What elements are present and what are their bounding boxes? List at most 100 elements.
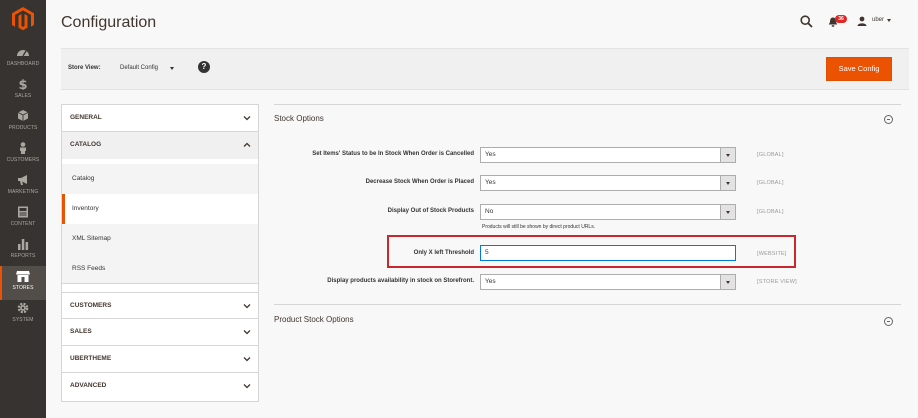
cube-icon bbox=[17, 110, 29, 121]
nav-sales-label: SALES bbox=[14, 93, 32, 99]
nav-customers[interactable]: CUSTOMERS bbox=[0, 140, 46, 172]
nav-content[interactable]: CONTENT bbox=[0, 204, 46, 236]
tab-ubertheme[interactable]: UBERTHEME bbox=[62, 346, 258, 373]
tab-general[interactable]: GENERAL bbox=[62, 105, 258, 132]
field-label-in-stock-when-cancelled: Set Items' Status to be In Stock When Or… bbox=[312, 151, 474, 157]
select-arrow-icon bbox=[720, 176, 735, 190]
chevron-down-icon bbox=[243, 116, 251, 121]
gear-icon bbox=[17, 302, 29, 314]
tab-ubertheme-label: UBERTHEME bbox=[70, 355, 112, 362]
tab-item-xml-sitemap-label: XML Sitemap bbox=[72, 235, 111, 242]
section-divider bbox=[274, 104, 901, 105]
user-name[interactable]: uber bbox=[872, 17, 884, 23]
nav-sales[interactable]: $ SALES bbox=[0, 76, 46, 108]
chevron-up-icon bbox=[243, 142, 251, 147]
tab-catalog-label: CATALOG bbox=[70, 141, 102, 148]
page-title: Configuration bbox=[61, 14, 157, 31]
tab-advanced-label: ADVANCED bbox=[70, 382, 107, 389]
collapse-icon[interactable] bbox=[884, 115, 893, 124]
input-value: 5 bbox=[485, 249, 489, 256]
store-view-bar: Store View: Default Config ? Save Config bbox=[61, 48, 909, 90]
nav-system[interactable]: SYSTEM bbox=[0, 300, 46, 332]
select-arrow-icon bbox=[720, 205, 735, 219]
help-icon[interactable]: ? bbox=[198, 61, 210, 73]
chevron-down-icon bbox=[243, 357, 251, 362]
nav-dashboard[interactable]: DASHBOARD bbox=[0, 44, 46, 76]
field-label-decrease-stock: Decrease Stock When Order is Placed bbox=[365, 179, 474, 185]
field-note: Products will still be shown by direct p… bbox=[482, 224, 596, 230]
user-icon[interactable] bbox=[857, 16, 867, 26]
dashboard-icon bbox=[17, 50, 29, 57]
nav-system-label: SYSTEM bbox=[12, 317, 34, 323]
person-icon bbox=[20, 142, 26, 154]
tab-item-catalog-label: Catalog bbox=[72, 175, 95, 182]
nav-dashboard-label: DASHBOARD bbox=[6, 61, 40, 67]
bar-chart-icon bbox=[18, 239, 29, 250]
collapse-icon[interactable] bbox=[884, 317, 893, 326]
tab-item-rss-feeds-label: RSS Feeds bbox=[72, 265, 106, 272]
tab-item-inventory-label: Inventory bbox=[72, 205, 99, 212]
chevron-down-icon bbox=[243, 384, 251, 389]
nav-customers-label: CUSTOMERS bbox=[6, 157, 40, 163]
select-value: No bbox=[485, 208, 494, 215]
scope-label: [GLOBAL] bbox=[757, 152, 784, 158]
in-stock-when-cancelled-select[interactable]: Yes bbox=[480, 147, 736, 163]
store-view-caret-icon[interactable] bbox=[170, 67, 174, 70]
tab-item-rss-feeds[interactable]: RSS Feeds bbox=[62, 254, 258, 284]
admin-sidebar: DASHBOARD $ SALES PRODUCTS CUSTOMERS MAR… bbox=[0, 0, 46, 418]
scope-label: [GLOBAL] bbox=[757, 180, 784, 186]
decrease-stock-select[interactable]: Yes bbox=[480, 175, 736, 191]
scope-label: [WEBSITE] bbox=[757, 251, 787, 257]
tab-item-catalog[interactable]: Catalog bbox=[62, 164, 258, 194]
store-view-switcher[interactable]: Default Config bbox=[120, 65, 158, 71]
select-value: Yes bbox=[485, 151, 496, 158]
select-arrow-icon bbox=[720, 148, 735, 162]
field-label-only-x-left-threshold: Only X left Threshold bbox=[413, 250, 474, 256]
chevron-down-icon bbox=[243, 330, 251, 335]
section-divider bbox=[274, 304, 901, 305]
tab-customers-label: CUSTOMERS bbox=[70, 302, 112, 309]
svg-text:$: $ bbox=[18, 78, 27, 90]
tab-catalog[interactable]: CATALOG bbox=[62, 132, 258, 159]
product-stock-options-title: Product Stock Options bbox=[274, 315, 354, 324]
magento-logo-icon[interactable] bbox=[12, 7, 34, 31]
nav-products[interactable]: PRODUCTS bbox=[0, 108, 46, 140]
nav-stores-label: STORES bbox=[12, 285, 34, 291]
store-view-label: Store View: bbox=[68, 65, 101, 71]
tab-item-xml-sitemap[interactable]: XML Sitemap bbox=[62, 224, 258, 254]
scope-label: [GLOBAL] bbox=[757, 209, 784, 215]
user-menu-caret-icon[interactable] bbox=[887, 19, 891, 22]
megaphone-icon bbox=[18, 175, 27, 185]
display-availability-select[interactable]: Yes bbox=[480, 274, 736, 290]
nav-reports-label: REPORTS bbox=[10, 253, 36, 259]
tab-item-inventory[interactable]: Inventory bbox=[62, 194, 258, 224]
save-config-button[interactable]: Save Config bbox=[826, 57, 892, 81]
tab-general-label: GENERAL bbox=[70, 114, 102, 121]
tab-sales-label: SALES bbox=[70, 328, 92, 335]
config-tabs: GENERAL CATALOG Catalog Inventory XML Si… bbox=[61, 104, 259, 402]
select-arrow-icon bbox=[720, 275, 735, 289]
nav-products-label: PRODUCTS bbox=[8, 125, 38, 131]
content-icon bbox=[18, 206, 28, 218]
store-icon bbox=[16, 271, 30, 282]
tab-sales[interactable]: SALES bbox=[62, 319, 258, 346]
only-x-left-threshold-input[interactable]: 5 bbox=[480, 245, 736, 261]
chevron-down-icon bbox=[243, 304, 251, 309]
tab-advanced[interactable]: ADVANCED bbox=[62, 373, 258, 400]
select-value: Yes bbox=[485, 179, 496, 186]
nav-stores[interactable]: STORES bbox=[0, 266, 46, 300]
nav-marketing[interactable]: MARKETING bbox=[0, 172, 46, 204]
notification-count-badge[interactable]: 36 bbox=[835, 15, 847, 23]
tab-customers[interactable]: CUSTOMERS bbox=[62, 292, 258, 319]
select-value: Yes bbox=[485, 278, 496, 285]
field-label-display-availability: Display products availability in stock o… bbox=[327, 278, 474, 284]
nav-reports[interactable]: REPORTS bbox=[0, 236, 46, 268]
nav-content-label: CONTENT bbox=[10, 221, 36, 227]
dollar-icon: $ bbox=[18, 78, 27, 90]
search-icon[interactable] bbox=[800, 15, 813, 28]
scope-label: [STORE VIEW] bbox=[757, 279, 797, 285]
field-label-display-out-of-stock: Display Out of Stock Products bbox=[387, 208, 474, 214]
display-out-of-stock-select[interactable]: No bbox=[480, 204, 736, 220]
nav-marketing-label: MARKETING bbox=[7, 189, 39, 195]
stock-options-title: Stock Options bbox=[274, 114, 324, 123]
